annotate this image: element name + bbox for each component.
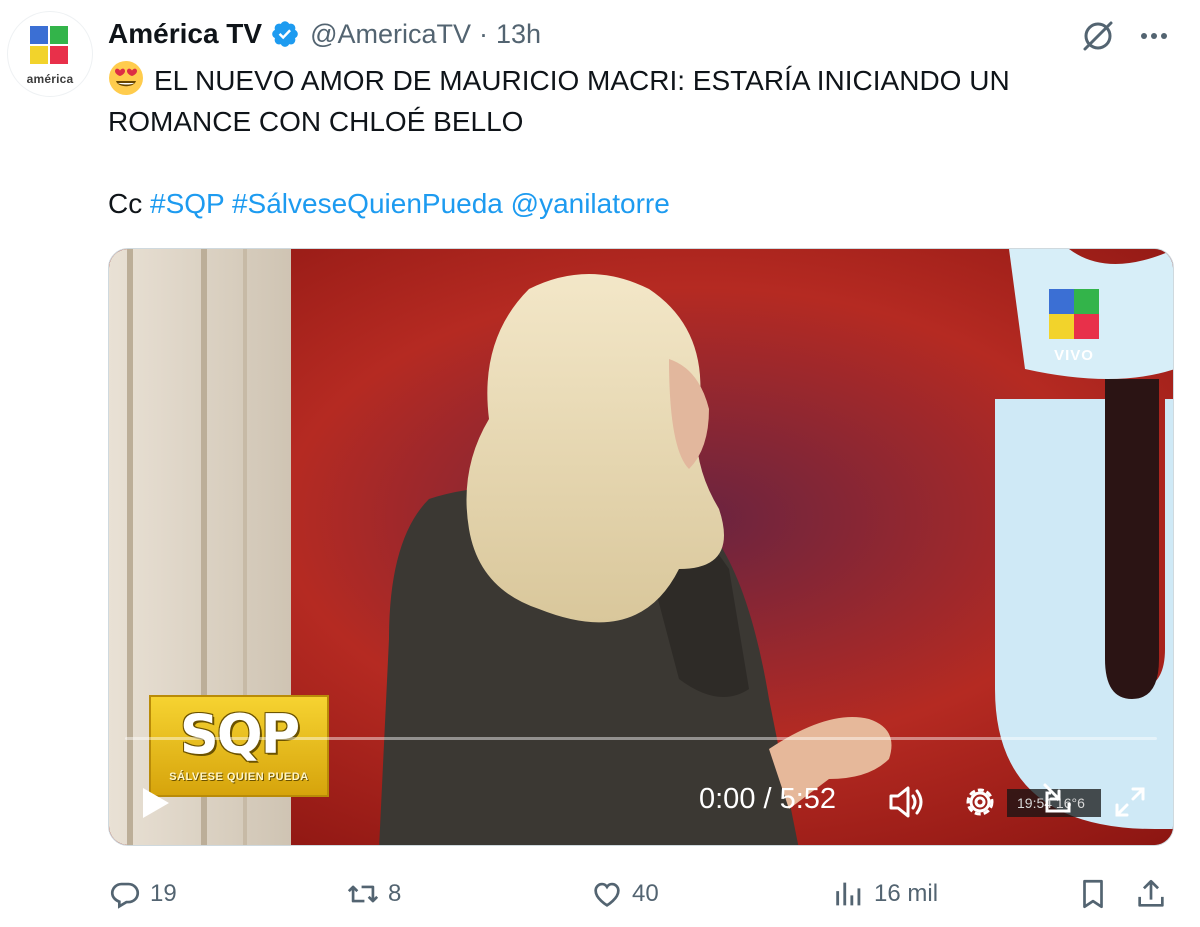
avatar[interactable]: américa bbox=[8, 12, 92, 96]
repost-count: 8 bbox=[388, 880, 402, 907]
show-logo-subtitle: SÁLVESE QUIEN PUEDA bbox=[169, 771, 309, 783]
pip-icon[interactable] bbox=[1035, 779, 1077, 821]
live-label: VIVO bbox=[1054, 347, 1094, 364]
bookmark-icon bbox=[1083, 879, 1103, 909]
channel-logo bbox=[1049, 289, 1099, 339]
repost-button[interactable]: 8 bbox=[346, 872, 401, 916]
repost-icon bbox=[347, 885, 379, 903]
heart-icon bbox=[594, 882, 620, 907]
separator-dot: · bbox=[479, 18, 489, 49]
america-logo bbox=[30, 26, 70, 66]
tweet-line-1: EL NUEVO AMOR DE MAURICIO MACRI: ESTARÍA… bbox=[154, 65, 1010, 96]
progress-bar[interactable] bbox=[125, 737, 1157, 740]
bookmark-button[interactable] bbox=[1076, 872, 1118, 916]
avatar-label: américa bbox=[26, 72, 74, 86]
tweet-line-2: ROMANCE CON CHLOÉ BELLO bbox=[108, 106, 524, 137]
tweet-header: América TV @AmericaTV · 13h bbox=[108, 16, 541, 52]
hashtag-salvesequienpueda-link[interactable]: #SálveseQuienPueda bbox=[232, 188, 503, 219]
action-bar: 19 8 40 16 mil bbox=[0, 866, 1200, 922]
video-time: 0:00 / 5:52 bbox=[699, 783, 837, 815]
more-icon bbox=[1141, 33, 1167, 39]
like-button[interactable]: 40 bbox=[590, 872, 659, 916]
reply-count: 19 bbox=[150, 880, 177, 907]
cc-prefix: Cc bbox=[108, 188, 150, 219]
settings-icon[interactable] bbox=[959, 781, 1001, 823]
timestamp[interactable]: 13h bbox=[496, 19, 541, 50]
reply-button[interactable]: 19 bbox=[108, 872, 177, 916]
fullscreen-icon[interactable] bbox=[1109, 781, 1151, 823]
video-player[interactable]: VIVO SQP SÁLVESE QUIEN PUEDA 0:00 / 5:52… bbox=[108, 248, 1174, 846]
hashtag-sqp-link[interactable]: #SQP bbox=[150, 188, 224, 219]
more-button[interactable] bbox=[1134, 16, 1174, 56]
like-count: 40 bbox=[632, 880, 659, 907]
share-icon bbox=[1138, 879, 1164, 907]
mention-yanilatorre-link[interactable]: @yanilatorre bbox=[511, 188, 670, 219]
views-button[interactable]: 16 mil bbox=[832, 872, 938, 916]
views-icon bbox=[836, 882, 861, 906]
verified-badge-icon[interactable] bbox=[270, 19, 300, 49]
views-count: 16 mil bbox=[874, 880, 939, 907]
grok-button[interactable] bbox=[1078, 16, 1118, 56]
show-logo-sqp: SQP SÁLVESE QUIEN PUEDA bbox=[149, 695, 329, 797]
tweet-text: EL NUEVO AMOR DE MAURICIO MACRI: ESTARÍA… bbox=[108, 60, 1168, 224]
tweet: américa América TV @AmericaTV · 13h EL N… bbox=[0, 0, 1200, 927]
play-icon[interactable] bbox=[137, 785, 173, 821]
display-name[interactable]: América TV bbox=[108, 18, 262, 50]
grok-icon bbox=[1083, 21, 1113, 51]
reply-icon bbox=[110, 882, 140, 909]
heart-eyes-emoji-icon bbox=[109, 61, 143, 95]
share-button[interactable] bbox=[1134, 872, 1176, 916]
handle[interactable]: @AmericaTV bbox=[310, 19, 471, 50]
volume-icon[interactable] bbox=[885, 781, 927, 823]
show-logo-text: SQP bbox=[179, 703, 300, 766]
